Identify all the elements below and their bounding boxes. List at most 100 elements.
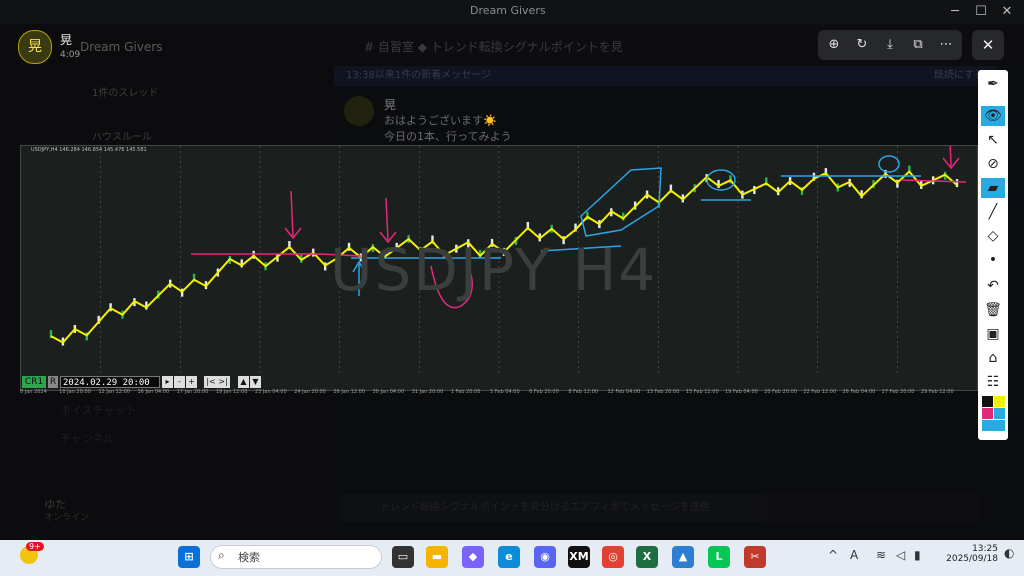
date-label: 8 Feb 12:00: [568, 389, 598, 395]
down-button[interactable]: ▼: [250, 376, 261, 388]
date-label: 5 Feb 04:00: [490, 389, 520, 395]
date-label: 30 Jan 04:00: [372, 389, 405, 395]
sidebar-item-threads[interactable]: 1件のスレッド: [92, 84, 158, 99]
date-label: 19 Jan 12:00: [215, 389, 248, 395]
clock[interactable]: 13:25 2025/09/18: [938, 544, 998, 564]
message-line: 今日の1本、行ってみよう: [384, 130, 512, 143]
search-box[interactable]: [210, 545, 382, 569]
highlighter-icon[interactable]: ▰: [981, 178, 1005, 198]
up-button[interactable]: ▲: [238, 376, 249, 388]
date-label: 20 Feb 20:00: [764, 389, 797, 395]
chart-watermark: USDJPY H4: [330, 236, 658, 304]
photos-icon[interactable]: ▲: [672, 546, 694, 568]
date-label: 17 Jan 20:00: [176, 389, 209, 395]
date-label: 15 Feb 12:00: [685, 389, 719, 395]
avatar[interactable]: 晃: [18, 30, 52, 64]
open-external-icon[interactable]: ⧉: [904, 30, 932, 60]
search-icon: ⌕: [218, 548, 225, 562]
color-swatch-yellow[interactable]: [994, 396, 1005, 407]
date-label: 13 Feb 20:00: [646, 389, 680, 395]
edge-icon[interactable]: e: [498, 546, 520, 568]
sidebar-item-rules[interactable]: ハウスルール: [92, 128, 152, 143]
date-label: 10 Jan 20:00: [59, 389, 91, 395]
pen-icon[interactable]: ✒: [981, 74, 1005, 94]
date-label: 1 Feb 20:00: [450, 389, 481, 395]
file-explorer-icon[interactable]: ▬: [426, 546, 448, 568]
cursor-icon[interactable]: ↖: [981, 130, 1005, 150]
discord-icon[interactable]: ◉: [534, 546, 556, 568]
copilot-icon[interactable]: ◆: [462, 546, 484, 568]
date-label: 8 Jan 2024: [20, 389, 47, 395]
clipboard-icon[interactable]: ☷: [981, 372, 1005, 392]
minimize-button[interactable]: ─: [942, 2, 968, 22]
battery-icon[interactable]: ▮: [914, 548, 921, 562]
date-label: 12 Jan 12:00: [98, 389, 130, 395]
maximize-button[interactable]: ☐: [968, 2, 994, 22]
message-line: おはようございます☀️: [384, 114, 497, 127]
chart-cr1-label: CR1: [22, 376, 46, 388]
message-avatar[interactable]: [344, 96, 374, 126]
eye-icon[interactable]: 👁: [981, 106, 1005, 126]
line-icon[interactable]: L: [708, 546, 730, 568]
chrome-icon[interactable]: ◎: [602, 546, 624, 568]
more-icon[interactable]: ⋯: [932, 30, 960, 60]
task-view-icon[interactable]: ▭: [392, 546, 414, 568]
zoom-icon[interactable]: ⊕: [820, 30, 848, 60]
snipping-icon[interactable]: ✂: [744, 546, 766, 568]
xm-icon[interactable]: XM: [568, 546, 590, 568]
profile-time: 4:09: [60, 50, 81, 60]
plus-button[interactable]: +: [186, 376, 197, 388]
minus-button[interactable]: -: [174, 376, 185, 388]
date-label: 29 Feb 12:00: [920, 389, 954, 395]
color-swatch-black[interactable]: [982, 396, 993, 407]
close-viewer-button[interactable]: ✕: [972, 30, 1004, 60]
channel-name[interactable]: # 自習室 ◆ トレンド転換シグナルポイントを見: [364, 38, 623, 55]
laser-icon[interactable]: ⊘: [981, 154, 1005, 174]
nav-range-button[interactable]: |< >|: [204, 376, 230, 388]
start-icon[interactable]: ⊞: [178, 546, 200, 568]
date-label: 22 Feb 12:00: [803, 389, 837, 395]
sidebar-item-channel[interactable]: チャンネル: [60, 430, 115, 446]
rotate-icon[interactable]: ↻: [848, 30, 876, 60]
close-window-button[interactable]: ✕: [994, 2, 1020, 22]
new-message-notice[interactable]: 13:38以来1件の新着メッセージ 既読にする: [334, 66, 996, 86]
chart-date-axis: 8 Jan 2024 10 Jan 20:00 12 Jan 12:00 16 Jan…: [20, 389, 978, 398]
sidebar-item-voice[interactable]: ボイスチャット: [60, 402, 137, 418]
play-button[interactable]: ▸: [162, 376, 173, 388]
trash-icon[interactable]: 🗑: [981, 300, 1005, 320]
message-author[interactable]: 晃: [384, 96, 396, 113]
pencil-icon[interactable]: ╱: [981, 202, 1005, 222]
date-label: 6 Feb 20:00: [529, 389, 559, 395]
color-swatch-cyan[interactable]: [982, 420, 1005, 431]
date-label: 27 Feb 20:00: [881, 389, 915, 395]
excel-icon[interactable]: X: [636, 546, 658, 568]
wifi-icon[interactable]: ≋: [876, 548, 886, 562]
tray-chevron-icon[interactable]: ^: [828, 548, 838, 562]
color-swatch-blue[interactable]: [994, 408, 1005, 419]
date-label: 12 Feb 04:00: [607, 389, 641, 395]
arrow-icon: [284, 190, 302, 240]
chart-nav-date[interactable]: 2024.02.29 20:00: [60, 376, 160, 388]
undo-icon[interactable]: ↶: [981, 276, 1005, 296]
ime-indicator[interactable]: A: [850, 548, 858, 562]
date-label: 24 Jan 20:00: [294, 389, 326, 395]
camera-icon[interactable]: ⌂: [981, 348, 1005, 368]
date-label: 26 Jan 12:00: [333, 389, 365, 395]
download-icon[interactable]: ⤓: [876, 30, 904, 60]
volume-icon[interactable]: ◁: [896, 548, 905, 562]
chart-r-label: R: [48, 376, 58, 388]
date-label: 23 Jan 04:00: [255, 389, 287, 395]
blue-circle-annotation: [878, 155, 900, 173]
dot-icon[interactable]: •: [981, 250, 1005, 270]
notification-icon[interactable]: ◐: [1004, 546, 1014, 560]
server-name[interactable]: Dream Givers: [80, 40, 162, 54]
message-input[interactable]: トレンド転換シグナルポイントを見分けるエアフィボでメッセージを送信: [340, 494, 980, 522]
color-swatch-pink[interactable]: [982, 408, 993, 419]
date-label: 16 Jan 04:00: [137, 389, 170, 395]
eraser-icon[interactable]: ◇: [981, 226, 1005, 246]
date-label: 26 Feb 04:00: [842, 389, 876, 395]
user-name: 晃: [60, 33, 73, 47]
blue-outline-annotation: [580, 167, 662, 237]
date-label: 31 Jan 20:00: [411, 389, 444, 395]
screenshot-icon[interactable]: ▣: [981, 324, 1005, 344]
